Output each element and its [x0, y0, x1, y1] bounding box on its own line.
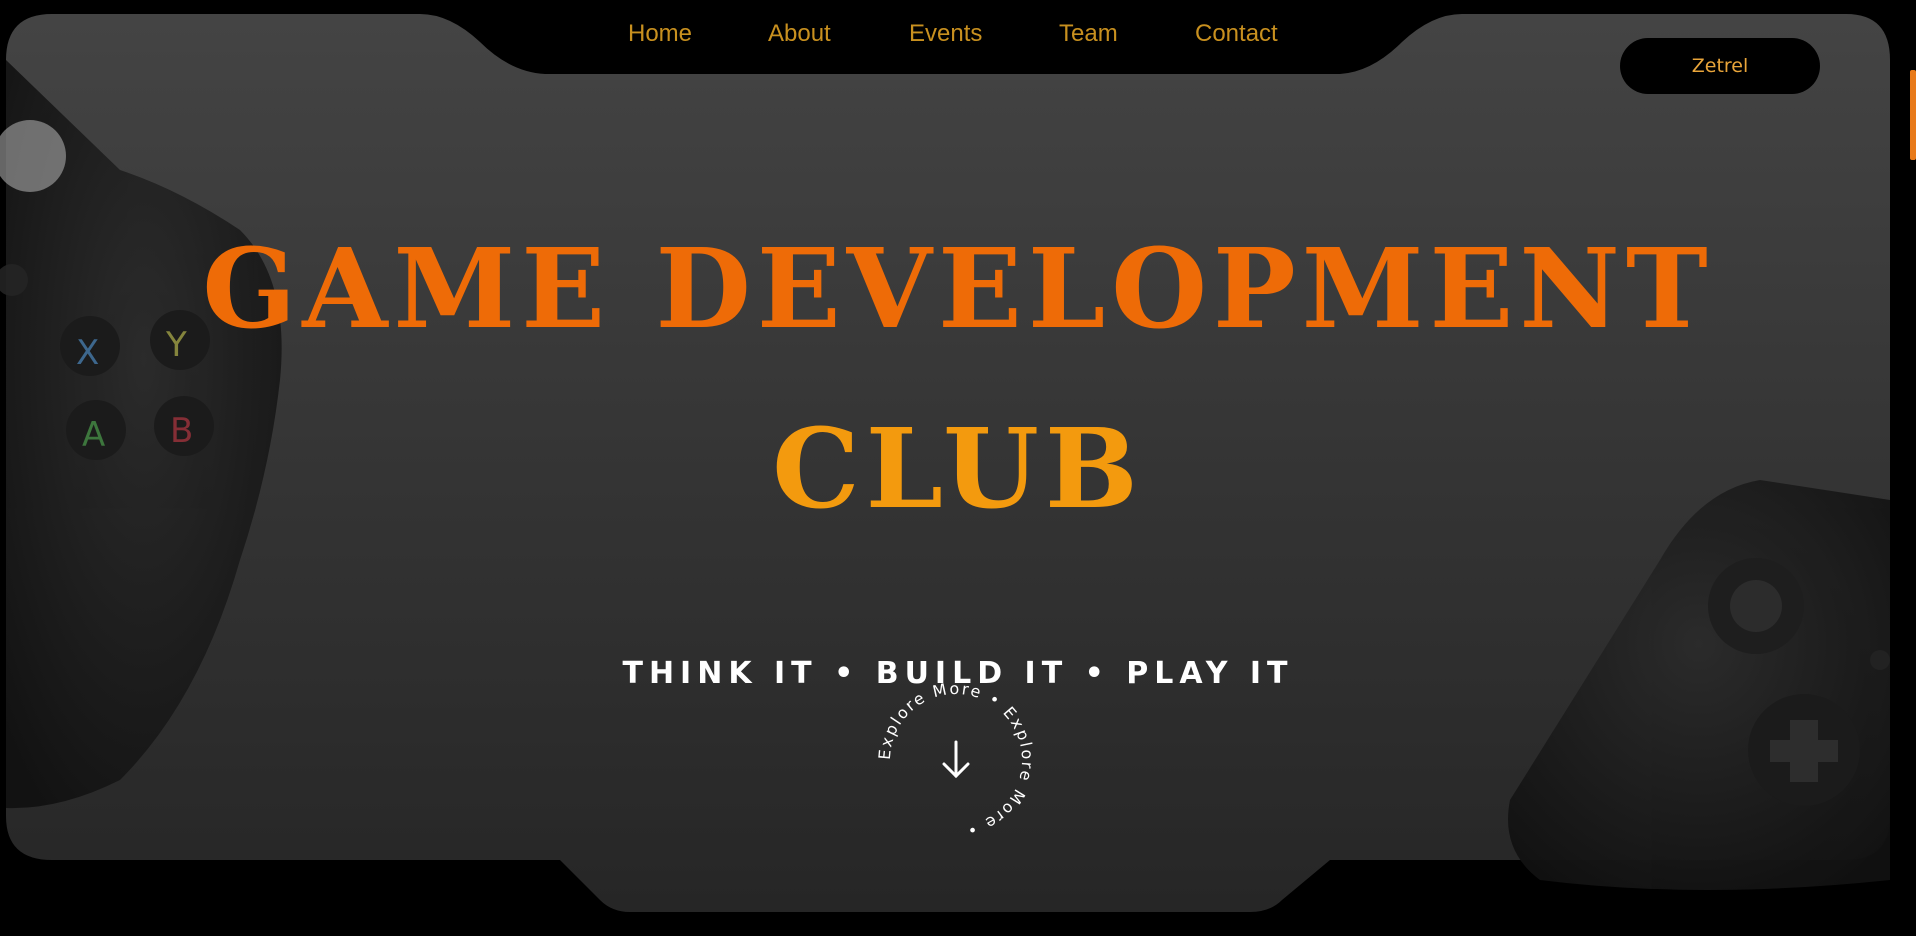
nav-link-events[interactable]: Events — [909, 20, 982, 48]
brand-button[interactable]: Zetrel — [1620, 38, 1820, 94]
hero-title-line-1: GAME DEVELOPMENT — [202, 224, 1714, 353]
nav-link-team[interactable]: Team — [1059, 20, 1118, 48]
scroll-accent-bar — [1910, 70, 1916, 160]
arrow-down-icon — [942, 740, 970, 779]
nav-link-home[interactable]: Home — [628, 20, 692, 48]
explore-more-button[interactable]: Explore More • Explore More • — [876, 680, 1036, 840]
hero-title-line-2: CLUB — [772, 404, 1144, 533]
page: X Y A B Home About Events Team Contact Z… — [0, 0, 1916, 936]
nav-link-about[interactable]: About — [768, 20, 831, 48]
nav-link-contact[interactable]: Contact — [1195, 20, 1278, 48]
